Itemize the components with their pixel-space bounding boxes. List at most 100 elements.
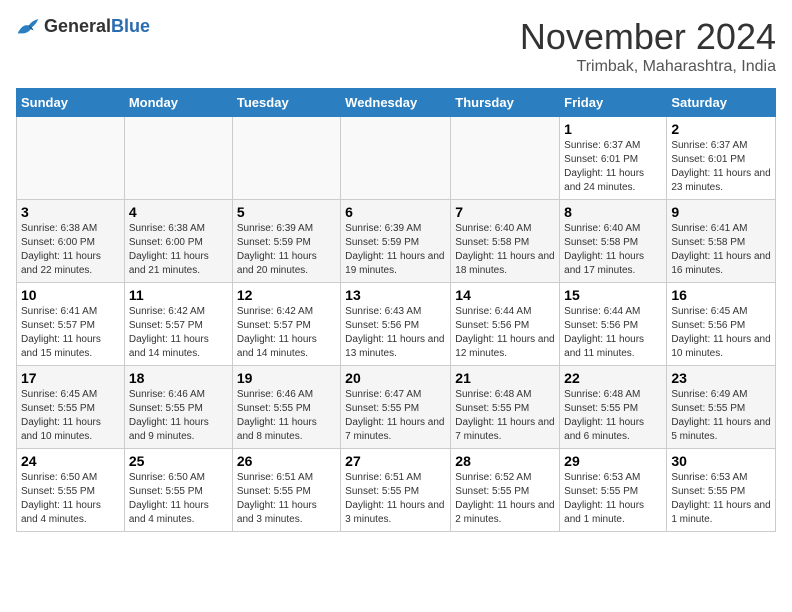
- calendar-cell: 17 Sunrise: 6:45 AM Sunset: 5:55 PM Dayli…: [17, 366, 125, 449]
- day-info: Sunrise: 6:40 AM Sunset: 5:58 PM Dayligh…: [564, 222, 662, 278]
- day-number: 17: [21, 370, 120, 386]
- weekday-header-row: SundayMondayTuesdayWednesdayThursdayFrid…: [17, 89, 776, 117]
- day-number: 30: [671, 453, 771, 469]
- calendar-cell: 24Sunrise: 6:50 AM Sunset: 5:55 PM Dayli…: [17, 449, 125, 532]
- calendar-cell: 14 Sunrise: 6:44 AM Sunset: 5:56 PM Dayli…: [451, 283, 560, 366]
- page-header: GeneralBlue November 2024 Trimbak, Mahar…: [16, 16, 776, 76]
- logo: GeneralBlue: [16, 16, 150, 37]
- weekday-header: Friday: [560, 89, 667, 117]
- calendar-cell: 27 Sunrise: 6:51 AM Sunset: 5:55 PM Dayli…: [341, 449, 451, 532]
- weekday-header: Tuesday: [232, 89, 340, 117]
- day-info: Sunrise: 6:39 AM Sunset: 5:59 PM Dayligh…: [237, 222, 336, 278]
- day-info: Sunrise: 6:47 AM Sunset: 5:55 PM Dayligh…: [345, 388, 446, 444]
- calendar-cell: 9 Sunrise: 6:41 AM Sunset: 5:58 PM Daylig…: [667, 200, 776, 283]
- day-number: 27: [345, 453, 446, 469]
- calendar-table: SundayMondayTuesdayWednesdayThursdayFrid…: [16, 88, 776, 532]
- calendar-cell: 16 Sunrise: 6:45 AM Sunset: 5:56 PM Dayli…: [667, 283, 776, 366]
- day-number: 28: [455, 453, 555, 469]
- day-info: Sunrise: 6:51 AM Sunset: 5:55 PM Dayligh…: [345, 471, 446, 527]
- logo-text: GeneralBlue: [44, 16, 150, 37]
- calendar-week-row: 24 Sunrise: 6:50 AM Sunset: 5:55 PM Dayli…: [17, 449, 776, 532]
- day-number: 6: [345, 204, 446, 220]
- day-info: Sunrise: 6:48 AM Sunset: 5:55 PM Dayligh…: [455, 388, 555, 444]
- day-info: Sunrise: 6:37 AM Sunset: 6:01 PM Dayligh…: [671, 139, 771, 195]
- day-number: 11: [129, 287, 228, 303]
- calendar-cell: 28 Sunrise: 6:52 AM Sunset: 5:55 PM Dayli…: [451, 449, 560, 532]
- day-info: Sunrise: 6:52 AM Sunset: 5:55 PM Dayligh…: [455, 471, 555, 527]
- day-info: Sunrise: 6:42 AM Sunset: 5:57 PM Dayligh…: [129, 305, 228, 361]
- weekday-header: Sunday: [17, 89, 125, 117]
- logo-bird-icon: [16, 17, 40, 37]
- day-info: Sunrise: 6:49 AM Sunset: 5:55 PM Dayligh…: [671, 388, 771, 444]
- location-title: Trimbak, Maharashtra, India: [520, 58, 776, 76]
- day-number: 12: [237, 287, 336, 303]
- calendar-cell: 12Sunrise: 6:42 AM Sunset: 5:57 PM Dayli…: [232, 283, 340, 366]
- day-info: Sunrise: 6:39 AM Sunset: 5:59 PM Dayligh…: [345, 222, 446, 278]
- calendar-cell: 23 Sunrise: 6:49 AM Sunset: 5:55 PM Dayli…: [667, 366, 776, 449]
- day-number: 8: [564, 204, 662, 220]
- day-number: 3: [21, 204, 120, 220]
- calendar-cell: [341, 117, 451, 200]
- day-number: 4: [129, 204, 228, 220]
- calendar-cell: 2 Sunrise: 6:37 AM Sunset: 6:01 PM Daylig…: [667, 117, 776, 200]
- day-number: 25: [129, 453, 228, 469]
- calendar-cell: 30 Sunrise: 6:53 AM Sunset: 5:55 PM Dayli…: [667, 449, 776, 532]
- day-info: Sunrise: 6:40 AM Sunset: 5:58 PM Dayligh…: [455, 222, 555, 278]
- day-number: 1: [564, 121, 662, 137]
- calendar-cell: 18 Sunrise: 6:46 AM Sunset: 5:55 PM Dayli…: [124, 366, 232, 449]
- day-number: 16: [671, 287, 771, 303]
- calendar-week-row: 1 Sunrise: 6:37 AM Sunset: 6:01 PM Daylig…: [17, 117, 776, 200]
- calendar-cell: [232, 117, 340, 200]
- day-number: 5: [237, 204, 336, 220]
- day-info: Sunrise: 6:44 AM Sunset: 5:56 PM Dayligh…: [564, 305, 662, 361]
- day-info: Sunrise: 6:37 AM Sunset: 6:01 PM Dayligh…: [564, 139, 662, 195]
- calendar-cell: 4 Sunrise: 6:38 AM Sunset: 6:00 PM Daylig…: [124, 200, 232, 283]
- day-number: 24: [21, 453, 120, 469]
- day-info: Sunrise: 6:45 AM Sunset: 5:56 PM Dayligh…: [671, 305, 771, 361]
- day-info: Sunrise: 6:50 AM Sunset: 5:55 PM Dayligh…: [129, 471, 228, 527]
- day-info: Sunrise: 6:41 AM Sunset: 5:57 PM Dayligh…: [21, 305, 120, 361]
- day-number: 9: [671, 204, 771, 220]
- calendar-cell: 8 Sunrise: 6:40 AM Sunset: 5:58 PM Daylig…: [560, 200, 667, 283]
- day-info: Sunrise: 6:43 AM Sunset: 5:56 PM Dayligh…: [345, 305, 446, 361]
- day-number: 18: [129, 370, 228, 386]
- calendar-cell: 26Sunrise: 6:51 AM Sunset: 5:55 PM Dayli…: [232, 449, 340, 532]
- day-info: Sunrise: 6:46 AM Sunset: 5:55 PM Dayligh…: [129, 388, 228, 444]
- day-info: Sunrise: 6:45 AM Sunset: 5:55 PM Dayligh…: [21, 388, 120, 444]
- day-number: 29: [564, 453, 662, 469]
- calendar-cell: [451, 117, 560, 200]
- calendar-cell: 15 Sunrise: 6:44 AM Sunset: 5:56 PM Dayli…: [560, 283, 667, 366]
- day-info: Sunrise: 6:46 AM Sunset: 5:55 PM Dayligh…: [237, 388, 336, 444]
- day-number: 15: [564, 287, 662, 303]
- weekday-header: Thursday: [451, 89, 560, 117]
- day-number: 2: [671, 121, 771, 137]
- day-info: Sunrise: 6:53 AM Sunset: 5:55 PM Dayligh…: [671, 471, 771, 527]
- calendar-cell: 3 Sunrise: 6:38 AM Sunset: 6:00 PM Daylig…: [17, 200, 125, 283]
- day-number: 20: [345, 370, 446, 386]
- calendar-cell: 6 Sunrise: 6:39 AM Sunset: 5:59 PM Daylig…: [341, 200, 451, 283]
- day-info: Sunrise: 6:53 AM Sunset: 5:55 PM Dayligh…: [564, 471, 662, 527]
- weekday-header: Saturday: [667, 89, 776, 117]
- calendar-cell: 11 Sunrise: 6:42 AM Sunset: 5:57 PM Dayli…: [124, 283, 232, 366]
- calendar-cell: 13 Sunrise: 6:43 AM Sunset: 5:56 PM Dayli…: [341, 283, 451, 366]
- calendar-cell: 10Sunrise: 6:41 AM Sunset: 5:57 PM Dayli…: [17, 283, 125, 366]
- title-area: November 2024 Trimbak, Maharashtra, Indi…: [520, 16, 776, 76]
- weekday-header: Wednesday: [341, 89, 451, 117]
- calendar-week-row: 3 Sunrise: 6:38 AM Sunset: 6:00 PM Daylig…: [17, 200, 776, 283]
- calendar-week-row: 17 Sunrise: 6:45 AM Sunset: 5:55 PM Dayli…: [17, 366, 776, 449]
- day-number: 14: [455, 287, 555, 303]
- day-info: Sunrise: 6:51 AM Sunset: 5:55 PM Dayligh…: [237, 471, 336, 527]
- day-info: Sunrise: 6:38 AM Sunset: 6:00 PM Dayligh…: [21, 222, 120, 278]
- day-number: 19: [237, 370, 336, 386]
- day-info: Sunrise: 6:41 AM Sunset: 5:58 PM Dayligh…: [671, 222, 771, 278]
- calendar-cell: 22Sunrise: 6:48 AM Sunset: 5:55 PM Dayli…: [560, 366, 667, 449]
- month-title: November 2024: [520, 16, 776, 58]
- calendar-cell: [124, 117, 232, 200]
- day-number: 23: [671, 370, 771, 386]
- day-number: 13: [345, 287, 446, 303]
- calendar-cell: 5 Sunrise: 6:39 AM Sunset: 5:59 PM Daylig…: [232, 200, 340, 283]
- day-info: Sunrise: 6:38 AM Sunset: 6:00 PM Dayligh…: [129, 222, 228, 278]
- weekday-header: Monday: [124, 89, 232, 117]
- day-info: Sunrise: 6:44 AM Sunset: 5:56 PM Dayligh…: [455, 305, 555, 361]
- calendar-cell: 1 Sunrise: 6:37 AM Sunset: 6:01 PM Daylig…: [560, 117, 667, 200]
